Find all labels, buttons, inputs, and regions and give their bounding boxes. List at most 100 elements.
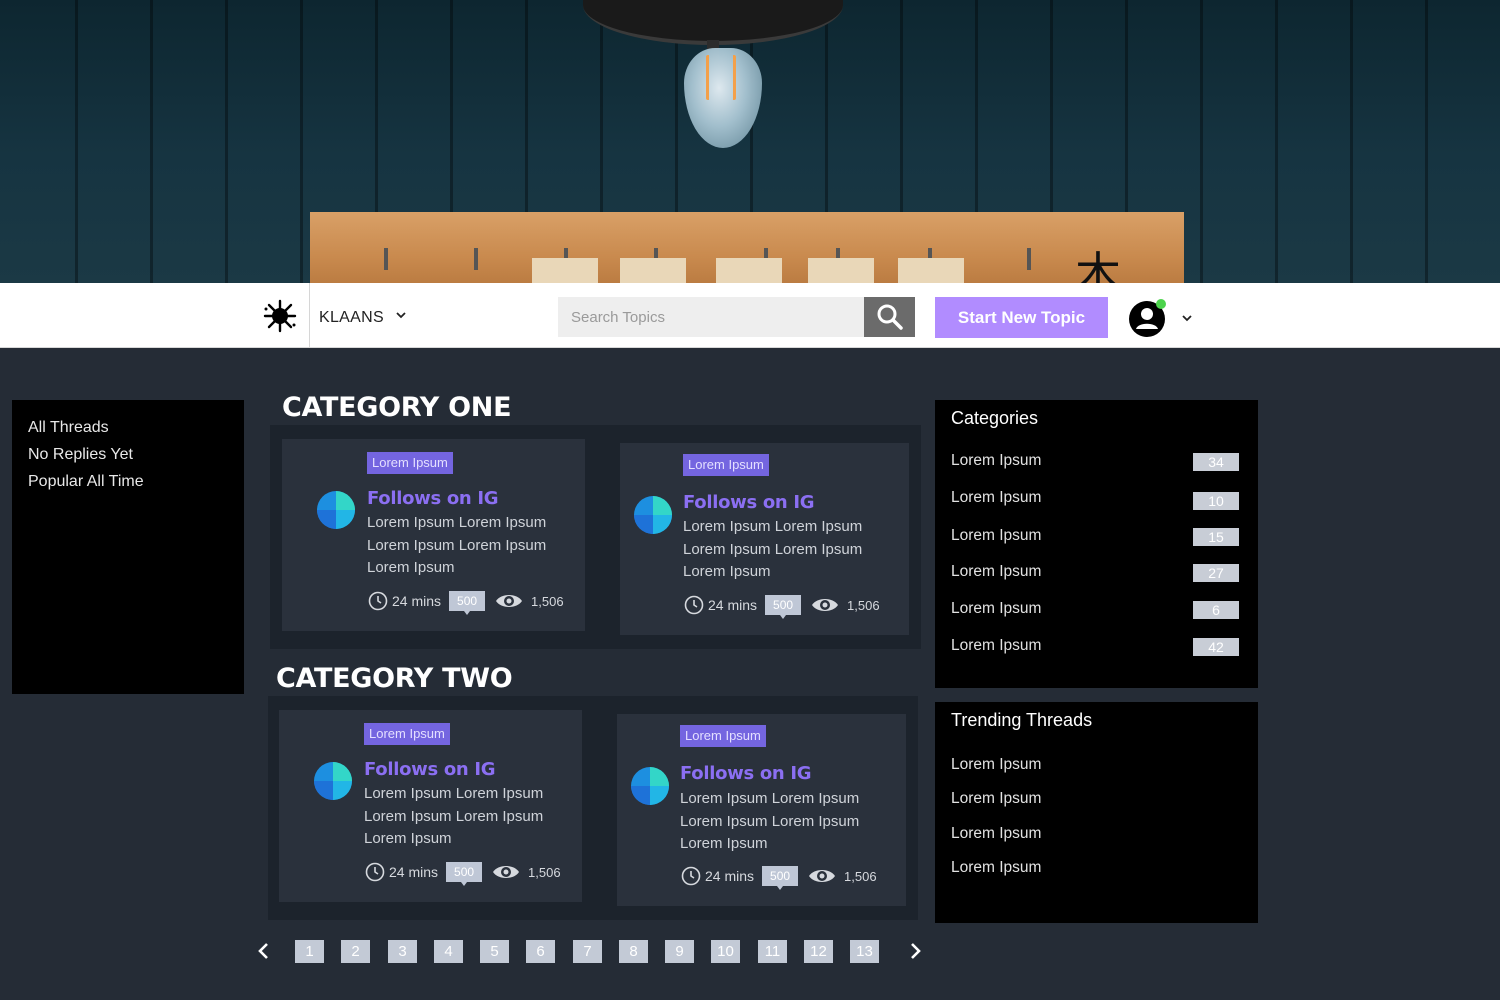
category-count: 27 — [1193, 564, 1239, 582]
thread-excerpt: Lorem Ipsum Lorem Ipsum Lorem Ipsum Lore… — [680, 790, 860, 852]
thread-meta: 24 mins 500 1,506 — [365, 859, 561, 886]
filter-popular[interactable]: Popular All Time — [28, 468, 228, 495]
thread-excerpt: Lorem Ipsum Lorem Ipsum Lorem Ipsum Lore… — [683, 518, 863, 580]
category-label: Lorem Ipsum — [951, 452, 1042, 469]
clock-icon — [684, 595, 704, 615]
clock-icon — [368, 591, 388, 611]
category-count: 42 — [1193, 638, 1239, 656]
thread-excerpt: Lorem Ipsum Lorem Ipsum Lorem Ipsum Lore… — [364, 785, 544, 847]
widget-title: Trending Threads — [951, 710, 1093, 730]
thread-excerpt: Lorem Ipsum Lorem Ipsum Lorem Ipsum Lore… — [367, 514, 547, 576]
view-count: 1,506 — [531, 593, 564, 609]
category-link[interactable]: Lorem Ipsum 27 — [951, 563, 1239, 583]
thread-card[interactable]: Lorem Ipsum Follows on IG Lorem Ipsum Lo… — [617, 714, 906, 906]
eye-icon — [493, 866, 520, 878]
filter-no-replies[interactable]: No Replies Yet — [28, 441, 228, 468]
search-icon — [877, 304, 903, 330]
trending-threads-widget: Trending Threads Lorem Ipsum Lorem Ipsum… — [935, 702, 1258, 923]
chevron-right-icon[interactable] — [905, 940, 925, 962]
reply-count: 500 — [765, 595, 802, 619]
category-count: 6 — [1193, 601, 1239, 619]
thread-time: 24 mins — [389, 864, 439, 880]
eye-icon — [812, 599, 839, 611]
view-count: 1,506 — [844, 868, 877, 884]
pie-chart-icon — [631, 767, 669, 805]
page-button[interactable]: 3 — [388, 940, 417, 963]
page-button[interactable]: 4 — [434, 940, 463, 963]
reply-count: 500 — [762, 866, 799, 890]
view-count: 1,506 — [847, 597, 880, 613]
thread-tag[interactable]: Lorem Ipsum — [683, 454, 769, 476]
hero-banner-image: 木 — [0, 0, 1500, 283]
lamp-shade — [583, 0, 843, 45]
thread-title[interactable]: Follows on IG — [680, 763, 812, 784]
thread-time: 24 mins — [708, 597, 758, 613]
thread-tag[interactable]: Lorem Ipsum — [367, 452, 453, 474]
thread-card[interactable]: Lorem Ipsum Follows on IG Lorem Ipsum Lo… — [279, 710, 582, 902]
category-label: Lorem Ipsum — [951, 563, 1042, 580]
chevron-down-icon[interactable] — [394, 308, 408, 322]
category-link[interactable]: Lorem Ipsum 6 — [951, 600, 1239, 620]
page-button[interactable]: 11 — [758, 940, 787, 963]
clock-icon — [681, 866, 701, 886]
thread-title[interactable]: Follows on IG — [367, 488, 499, 509]
page-button[interactable]: 6 — [526, 940, 555, 963]
nav-divider — [309, 283, 310, 348]
thread-meta: 24 mins 500 1,506 — [684, 592, 880, 619]
category-count: 15 — [1193, 528, 1239, 546]
pie-chart-icon — [317, 491, 355, 529]
category-title: CATEGORY ONE — [282, 392, 512, 423]
thread-tag[interactable]: Lorem Ipsum — [680, 725, 766, 747]
thread-meta: 24 mins 500 1,506 — [368, 588, 564, 615]
page-button[interactable]: 12 — [804, 940, 833, 963]
category-label: Lorem Ipsum — [951, 637, 1042, 654]
thread-card[interactable]: Lorem Ipsum Follows on IG Lorem Ipsum Lo… — [620, 443, 909, 635]
category-title: CATEGORY TWO — [276, 663, 513, 694]
categories-widget: Categories Lorem Ipsum 34 Lorem Ipsum 10 L… — [935, 400, 1258, 688]
page-button[interactable]: 2 — [341, 940, 370, 963]
chevron-down-icon[interactable] — [1180, 311, 1194, 325]
page-button[interactable]: 13 — [850, 940, 879, 963]
eye-icon — [809, 870, 836, 882]
search-input[interactable] — [558, 297, 865, 337]
category-label: Lorem Ipsum — [951, 600, 1042, 617]
pie-chart-icon — [634, 496, 672, 534]
category-count: 10 — [1193, 492, 1239, 510]
trending-thread-link[interactable]: Lorem Ipsum — [951, 859, 1239, 879]
category-link[interactable]: Lorem Ipsum 42 — [951, 637, 1239, 657]
page-button[interactable]: 5 — [480, 940, 509, 963]
category-label: Lorem Ipsum — [951, 489, 1042, 506]
thread-time: 24 mins — [705, 868, 755, 884]
user-avatar-icon[interactable] — [1127, 298, 1167, 338]
category-link[interactable]: Lorem Ipsum 15 — [951, 527, 1239, 547]
category-link[interactable]: Lorem Ipsum 10 — [951, 489, 1239, 510]
trending-thread-link[interactable]: Lorem Ipsum — [951, 825, 1239, 845]
thread-filter-sidebar: All Threads No Replies Yet Popular All T… — [12, 400, 244, 694]
view-count: 1,506 — [528, 864, 561, 880]
trending-thread-link[interactable]: Lorem Ipsum — [951, 756, 1239, 776]
search-button[interactable] — [864, 297, 915, 337]
thread-time: 24 mins — [392, 593, 442, 609]
filter-all-threads[interactable]: All Threads — [28, 414, 228, 441]
page-button[interactable]: 10 — [711, 940, 740, 963]
thread-card[interactable]: Lorem Ipsum Follows on IG Lorem Ipsum Lo… — [282, 439, 585, 631]
thread-title[interactable]: Follows on IG — [364, 759, 496, 780]
category-label: Lorem Ipsum — [951, 527, 1042, 544]
splat-logo-icon[interactable] — [262, 299, 298, 333]
reply-count: 500 — [449, 591, 486, 615]
chevron-left-icon[interactable] — [254, 940, 274, 962]
page-button[interactable]: 8 — [619, 940, 648, 963]
thread-tag[interactable]: Lorem Ipsum — [364, 723, 450, 745]
community-name[interactable]: KLAANS — [319, 309, 384, 327]
category-link[interactable]: Lorem Ipsum 34 — [951, 452, 1239, 472]
eye-icon — [496, 595, 523, 607]
top-navbar: KLAANS Start New Topic — [0, 283, 1500, 348]
start-new-topic-button[interactable]: Start New Topic — [935, 297, 1108, 338]
page-button[interactable]: 9 — [665, 940, 694, 963]
thread-title[interactable]: Follows on IG — [683, 492, 815, 513]
online-status-dot — [1156, 299, 1166, 309]
thread-meta: 24 mins 500 1,506 — [681, 863, 877, 890]
page-button[interactable]: 1 — [295, 940, 324, 963]
trending-thread-link[interactable]: Lorem Ipsum — [951, 790, 1239, 810]
page-button[interactable]: 7 — [573, 940, 602, 963]
